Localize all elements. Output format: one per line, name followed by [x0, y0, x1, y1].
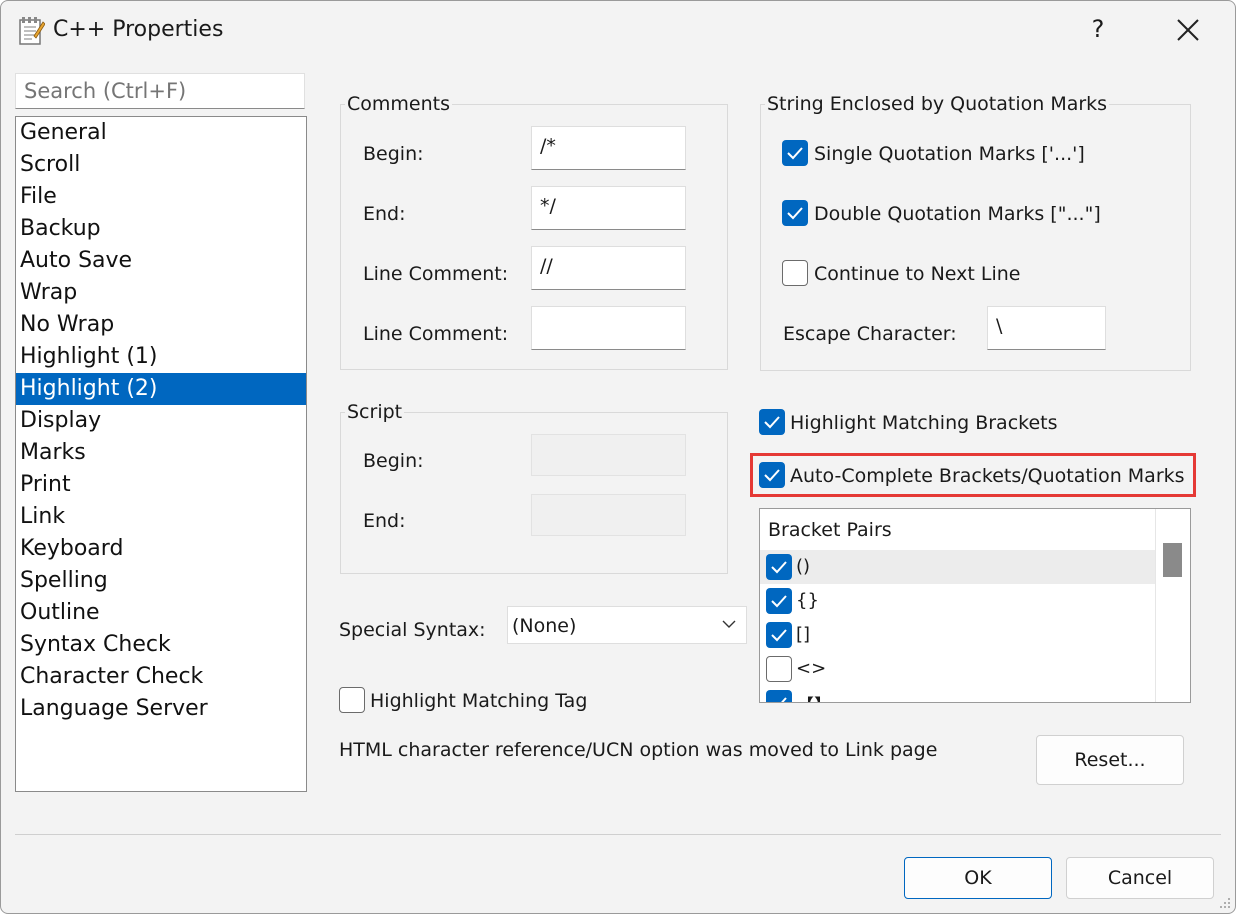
highlight-brackets-label: Highlight Matching Brackets: [790, 412, 1058, 434]
checkmark-icon: [787, 147, 803, 160]
bracket-pair-text: {}: [796, 590, 819, 611]
continue-next-line-label: Continue to Next Line: [814, 263, 1021, 285]
comment-begin-label: Begin:: [363, 143, 424, 165]
comments-group-title: Comments: [345, 93, 452, 115]
list-item[interactable]: 【】: [760, 686, 1156, 702]
special-syntax-label: Special Syntax:: [339, 619, 486, 641]
list-item[interactable]: <>: [760, 652, 1156, 686]
comment-end-input[interactable]: */: [531, 186, 686, 230]
bracket-pairs-header: Bracket Pairs: [768, 519, 892, 541]
ok-button[interactable]: OK: [904, 857, 1052, 899]
escape-character-input[interactable]: \: [987, 306, 1106, 350]
script-begin-label: Begin:: [363, 450, 424, 472]
strings-group-title: String Enclosed by Quotation Marks: [765, 93, 1110, 115]
nav-item-language-server[interactable]: Language Server: [16, 693, 306, 725]
bracket-pair-text: 【】: [796, 692, 832, 702]
list-item[interactable]: []: [760, 618, 1156, 652]
bracket-pair-text: <>: [796, 658, 827, 679]
special-syntax-select[interactable]: (None): [507, 606, 747, 644]
bracket-pair-checkbox[interactable]: [766, 690, 792, 702]
scrollbar-thumb[interactable]: [1163, 543, 1182, 577]
bracket-pair-text: []: [796, 624, 811, 645]
nav-item-general[interactable]: General: [16, 117, 306, 149]
nav-item-character-check[interactable]: Character Check: [16, 661, 306, 693]
nav-item-spelling[interactable]: Spelling: [16, 565, 306, 597]
close-icon[interactable]: [1171, 13, 1205, 47]
highlight-tag-label: Highlight Matching Tag: [370, 690, 588, 712]
highlight-tag-checkbox[interactable]: [339, 687, 365, 713]
bracket-pair-checkbox[interactable]: [766, 622, 792, 648]
line-comment-2-input[interactable]: [531, 306, 686, 350]
checkmark-icon: [781, 697, 787, 702]
nav-item-highlight-1[interactable]: Highlight (1): [16, 341, 306, 373]
checkmark-icon: [771, 629, 787, 642]
comment-begin-input[interactable]: /*: [531, 126, 686, 170]
single-quote-label: Single Quotation Marks ['...']: [814, 143, 1085, 165]
bracket-pair-checkbox[interactable]: [766, 554, 792, 580]
continue-next-line-checkbox[interactable]: [782, 260, 808, 286]
nav-item-scroll[interactable]: Scroll: [16, 149, 306, 181]
highlight-brackets-checkbox[interactable]: [759, 409, 785, 435]
title-bar: C++ Properties ?: [1, 1, 1235, 63]
info-text: HTML character reference/UCN option was …: [339, 739, 938, 761]
script-group-title: Script: [345, 401, 405, 423]
nav-item-outline[interactable]: Outline: [16, 597, 306, 629]
script-end-label: End:: [363, 510, 406, 532]
special-syntax-value: (None): [512, 615, 577, 637]
category-list: General Scroll File Backup Auto Save Wra…: [15, 116, 307, 792]
line-comment-1-label: Line Comment:: [363, 263, 509, 285]
checkmark-icon: [771, 595, 787, 608]
nav-item-file[interactable]: File: [16, 181, 306, 213]
nav-item-print[interactable]: Print: [16, 469, 306, 501]
nav-item-link[interactable]: Link: [16, 501, 306, 533]
line-comment-2-label: Line Comment:: [363, 323, 509, 345]
escape-character-label: Escape Character:: [783, 323, 957, 345]
nav-item-highlight-2[interactable]: Highlight (2): [16, 373, 306, 405]
script-begin-input[interactable]: [531, 434, 686, 476]
nav-item-wrap[interactable]: Wrap: [16, 277, 306, 309]
notepad-icon: [19, 17, 45, 45]
script-end-input[interactable]: [531, 494, 686, 536]
bracket-pair-checkbox[interactable]: [766, 656, 792, 682]
footer-divider: [15, 834, 1221, 835]
properties-dialog: C++ Properties ? General Scroll File Bac…: [0, 0, 1236, 914]
search-input[interactable]: [15, 73, 305, 109]
cancel-button[interactable]: Cancel: [1066, 857, 1214, 899]
checkmark-icon: [764, 469, 780, 482]
checkmark-icon: [787, 207, 803, 220]
bracket-pairs-list[interactable]: Bracket Pairs () {} [] <>: [759, 508, 1191, 703]
list-divider: [1155, 509, 1156, 702]
auto-complete-label: Auto-Complete Brackets/Quotation Marks: [790, 465, 1185, 487]
nav-item-display[interactable]: Display: [16, 405, 306, 437]
checkmark-icon: [764, 416, 780, 429]
list-item[interactable]: (): [760, 550, 1156, 584]
nav-item-marks[interactable]: Marks: [16, 437, 306, 469]
nav-item-syntax-check[interactable]: Syntax Check: [16, 629, 306, 661]
nav-item-keyboard[interactable]: Keyboard: [16, 533, 306, 565]
comment-end-label: End:: [363, 203, 406, 225]
checkmark-icon: [771, 561, 787, 574]
bracket-pair-text: (): [796, 556, 811, 577]
chevron-down-icon: [722, 620, 736, 628]
reset-button[interactable]: Reset...: [1036, 735, 1184, 785]
nav-item-no-wrap[interactable]: No Wrap: [16, 309, 306, 341]
window-title: C++ Properties: [53, 17, 224, 42]
help-button[interactable]: ?: [1083, 15, 1113, 43]
nav-item-auto-save[interactable]: Auto Save: [16, 245, 306, 277]
line-comment-1-input[interactable]: //: [531, 246, 686, 290]
auto-complete-checkbox[interactable]: [759, 462, 785, 488]
bracket-pair-checkbox[interactable]: [766, 588, 792, 614]
nav-item-backup[interactable]: Backup: [16, 213, 306, 245]
resize-grip-icon[interactable]: [1217, 895, 1231, 909]
list-item[interactable]: {}: [760, 584, 1156, 618]
double-quote-label: Double Quotation Marks ["..."]: [814, 203, 1101, 225]
double-quote-checkbox[interactable]: [782, 200, 808, 226]
single-quote-checkbox[interactable]: [782, 140, 808, 166]
